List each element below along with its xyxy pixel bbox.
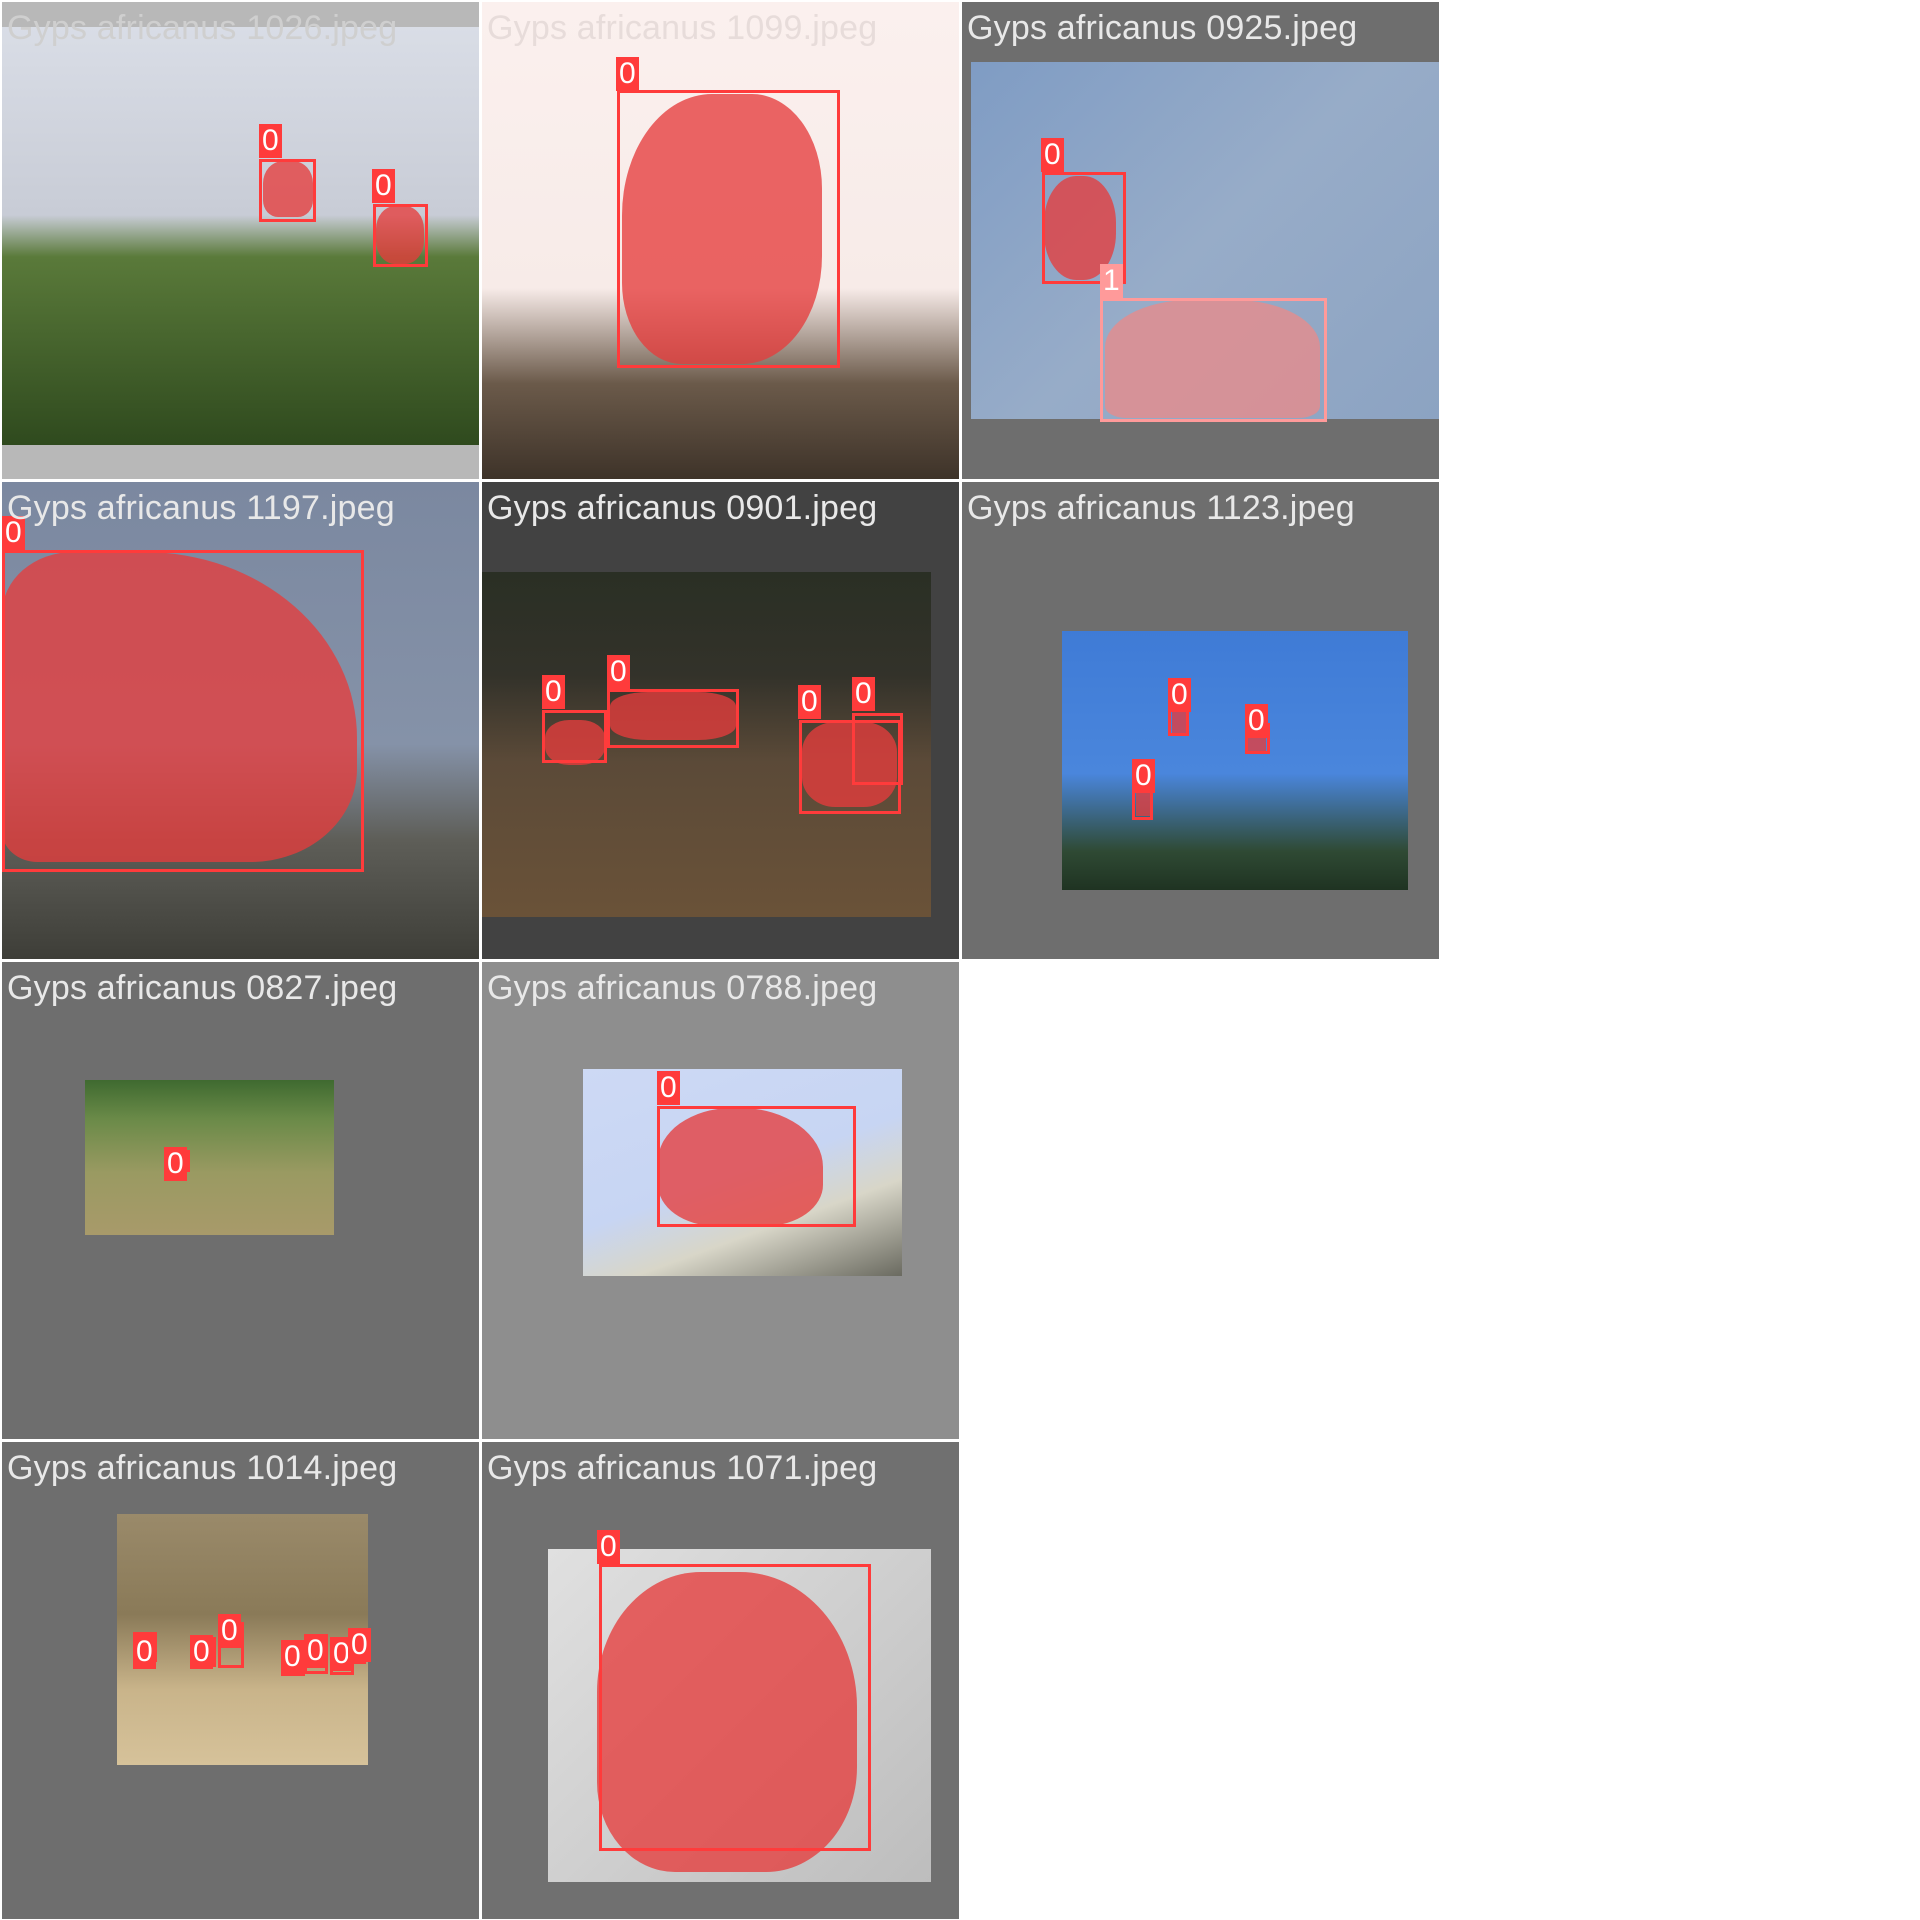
detection-label: 0 (1132, 759, 1155, 793)
detection-label: 0 (798, 685, 821, 719)
detection-label: 0 (616, 57, 639, 91)
detection-label: 0 (372, 169, 395, 203)
tile-title: Gyps africanus 0788.jpeg (487, 969, 878, 1007)
tile-title: Gyps africanus 0925.jpeg (967, 9, 1358, 47)
image-mosaic: 0 0 Gyps africanus 1026.jpeg 0 Gyps afri… (0, 0, 1920, 1920)
detection-box (1100, 298, 1327, 422)
tile-title: Gyps africanus 1026.jpeg (7, 9, 398, 47)
tile-title: Gyps africanus 0901.jpeg (487, 489, 878, 527)
tile-title: Gyps africanus 1197.jpeg (7, 489, 395, 527)
tile-1123[interactable]: 0 0 0 Gyps africanus 1123.jpeg (962, 482, 1439, 959)
tile-1026[interactable]: 0 0 Gyps africanus 1026.jpeg (2, 2, 479, 479)
detection-box (599, 1564, 871, 1851)
detection-label: 0 (607, 655, 630, 689)
detection-label: 0 (281, 1640, 304, 1674)
detection-label: 0 (190, 1635, 213, 1669)
tile-1197[interactable]: 0 Gyps africanus 1197.jpeg (2, 482, 479, 959)
detection-box (259, 159, 316, 222)
tile-0925[interactable]: 0 1 Gyps africanus 0925.jpeg (962, 2, 1439, 479)
detection-label: 0 (657, 1071, 680, 1105)
tile-0788[interactable]: 0 Gyps africanus 0788.jpeg (482, 962, 959, 1439)
detection-label: 0 (1245, 704, 1268, 738)
detection-label: 0 (1041, 138, 1064, 172)
detection-box (542, 710, 607, 763)
detection-label: 0 (164, 1147, 187, 1181)
tile-title: Gyps africanus 1123.jpeg (967, 489, 1355, 527)
tile-title: Gyps africanus 1014.jpeg (7, 1449, 398, 1487)
photo (1062, 631, 1408, 890)
detection-label: 0 (542, 675, 565, 709)
detection-box (852, 713, 903, 785)
detection-label: 0 (597, 1530, 620, 1564)
tile-0901[interactable]: 0 0 0 0 Gyps africanus 0901.jpeg (482, 482, 959, 959)
detection-label: 0 (1168, 678, 1191, 712)
tile-title: Gyps africanus 1071.jpeg (487, 1449, 878, 1487)
detection-box (617, 90, 840, 368)
tile-1071[interactable]: 0 Gyps africanus 1071.jpeg (482, 1442, 959, 1919)
detection-box (373, 204, 428, 267)
tile-1014[interactable]: 0 0 0 0 0 0 0 Gyps africanus 1014.jpeg (2, 1442, 479, 1919)
detection-label: 0 (852, 677, 875, 711)
tile-1099[interactable]: 0 Gyps africanus 1099.jpeg (482, 2, 959, 479)
detection-label: 0 (348, 1628, 371, 1662)
detection-box (2, 550, 364, 872)
photo (85, 1080, 334, 1235)
detection-label: 1 (1100, 264, 1123, 298)
tile-title: Gyps africanus 0827.jpeg (7, 969, 398, 1007)
detection-label: 0 (304, 1634, 327, 1668)
tile-title: Gyps africanus 1099.jpeg (487, 9, 878, 47)
detection-label: 0 (133, 1635, 156, 1669)
detection-label: 0 (259, 124, 282, 158)
tile-0827[interactable]: 0 Gyps africanus 0827.jpeg (2, 962, 479, 1439)
detection-box (657, 1106, 856, 1227)
detection-label: 0 (218, 1614, 241, 1648)
detection-box (607, 689, 739, 748)
